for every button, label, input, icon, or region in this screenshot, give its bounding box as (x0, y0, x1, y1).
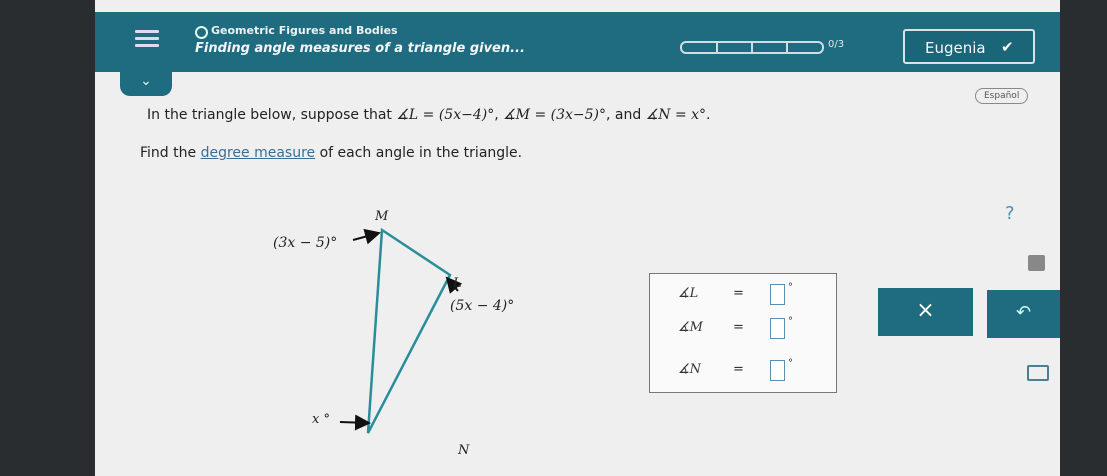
answer-l-label: ∡L (678, 286, 699, 301)
angle-m-label: (3x − 5)° (273, 235, 337, 251)
screen: Geometric Figures and Bodies Finding ang… (95, 0, 1060, 476)
answer-m-label: ∡M (678, 320, 703, 335)
lesson-subtitle: Finding angle measures of a triangle giv… (195, 41, 525, 56)
find-suffix: of each angle in the triangle. (319, 145, 523, 161)
answer-n-equals: = (733, 362, 744, 377)
top-bar: Geometric Figures and Bodies Finding ang… (95, 12, 1060, 72)
answer-row-m: ∡M = ° (678, 316, 828, 340)
degree-measure-link[interactable]: degree measure (201, 145, 316, 161)
help-icon[interactable]: ? (1005, 203, 1015, 224)
answer-l-equals: = (733, 286, 744, 301)
clear-button[interactable]: × (878, 288, 973, 336)
angle-m-expression: ∡M = (3x−5)° (503, 107, 606, 123)
problem-statement: In the triangle below, suppose that ∡L =… (147, 107, 710, 123)
triangle-shape (366, 227, 452, 434)
calculator-icon[interactable] (1028, 255, 1045, 271)
angle-n-expression: ∡N = x° (645, 107, 707, 123)
answer-row-l: ∡L = ° (678, 282, 828, 306)
triangle-figure: M L N (3x − 5)° (5x − 4)° x ° (273, 209, 514, 458)
user-name: Eugenia (925, 39, 986, 57)
find-prefix: Find the (140, 145, 197, 161)
prompt-prefix: In the triangle below, suppose that (147, 107, 392, 123)
prompt-sep1: , (494, 107, 499, 123)
angle-n-label: x ° (312, 412, 330, 427)
mail-icon[interactable] (1027, 365, 1049, 381)
instruction: Find the degree measure of each angle in… (140, 145, 522, 161)
answer-l-unit: ° (788, 282, 793, 293)
topic-circle-icon (195, 26, 208, 39)
angle-n-input[interactable] (770, 360, 785, 381)
vertex-n-label: N (457, 443, 470, 458)
prompt-end: . (706, 107, 711, 123)
progress-count: 0/3 (828, 39, 845, 50)
language-button[interactable]: Español (975, 88, 1029, 104)
prompt-sep2: , and (606, 107, 642, 123)
angle-l-expression: ∡L = (5x−4)° (396, 107, 495, 123)
vertex-m-label: M (374, 209, 389, 224)
undo-button[interactable]: ↶ (987, 290, 1060, 338)
collapse-chevron-down-icon[interactable]: ⌄ (120, 70, 172, 96)
angle-n-arrow (339, 414, 371, 431)
angle-l-label: (5x − 4)° (450, 298, 514, 314)
answer-m-equals: = (733, 320, 744, 335)
angle-l-input[interactable] (770, 284, 785, 305)
menu-icon[interactable] (135, 30, 159, 51)
vertex-l-label: L (452, 276, 462, 291)
answer-row-n: ∡N = ° (678, 358, 828, 382)
check-icon: ✔ (1001, 38, 1014, 56)
answer-n-label: ∡N (678, 362, 702, 377)
answer-m-unit: ° (788, 316, 793, 327)
answer-n-unit: ° (788, 358, 793, 369)
topic-title: Geometric Figures and Bodies (211, 24, 398, 37)
answer-panel: ∡L = ° ∡M = ° ∡N = ° (649, 273, 837, 393)
user-menu-button[interactable]: Eugenia ✔ (903, 29, 1035, 64)
angle-m-input[interactable] (770, 318, 785, 339)
progress-bar (680, 41, 824, 54)
angle-m-arrow (352, 228, 381, 245)
